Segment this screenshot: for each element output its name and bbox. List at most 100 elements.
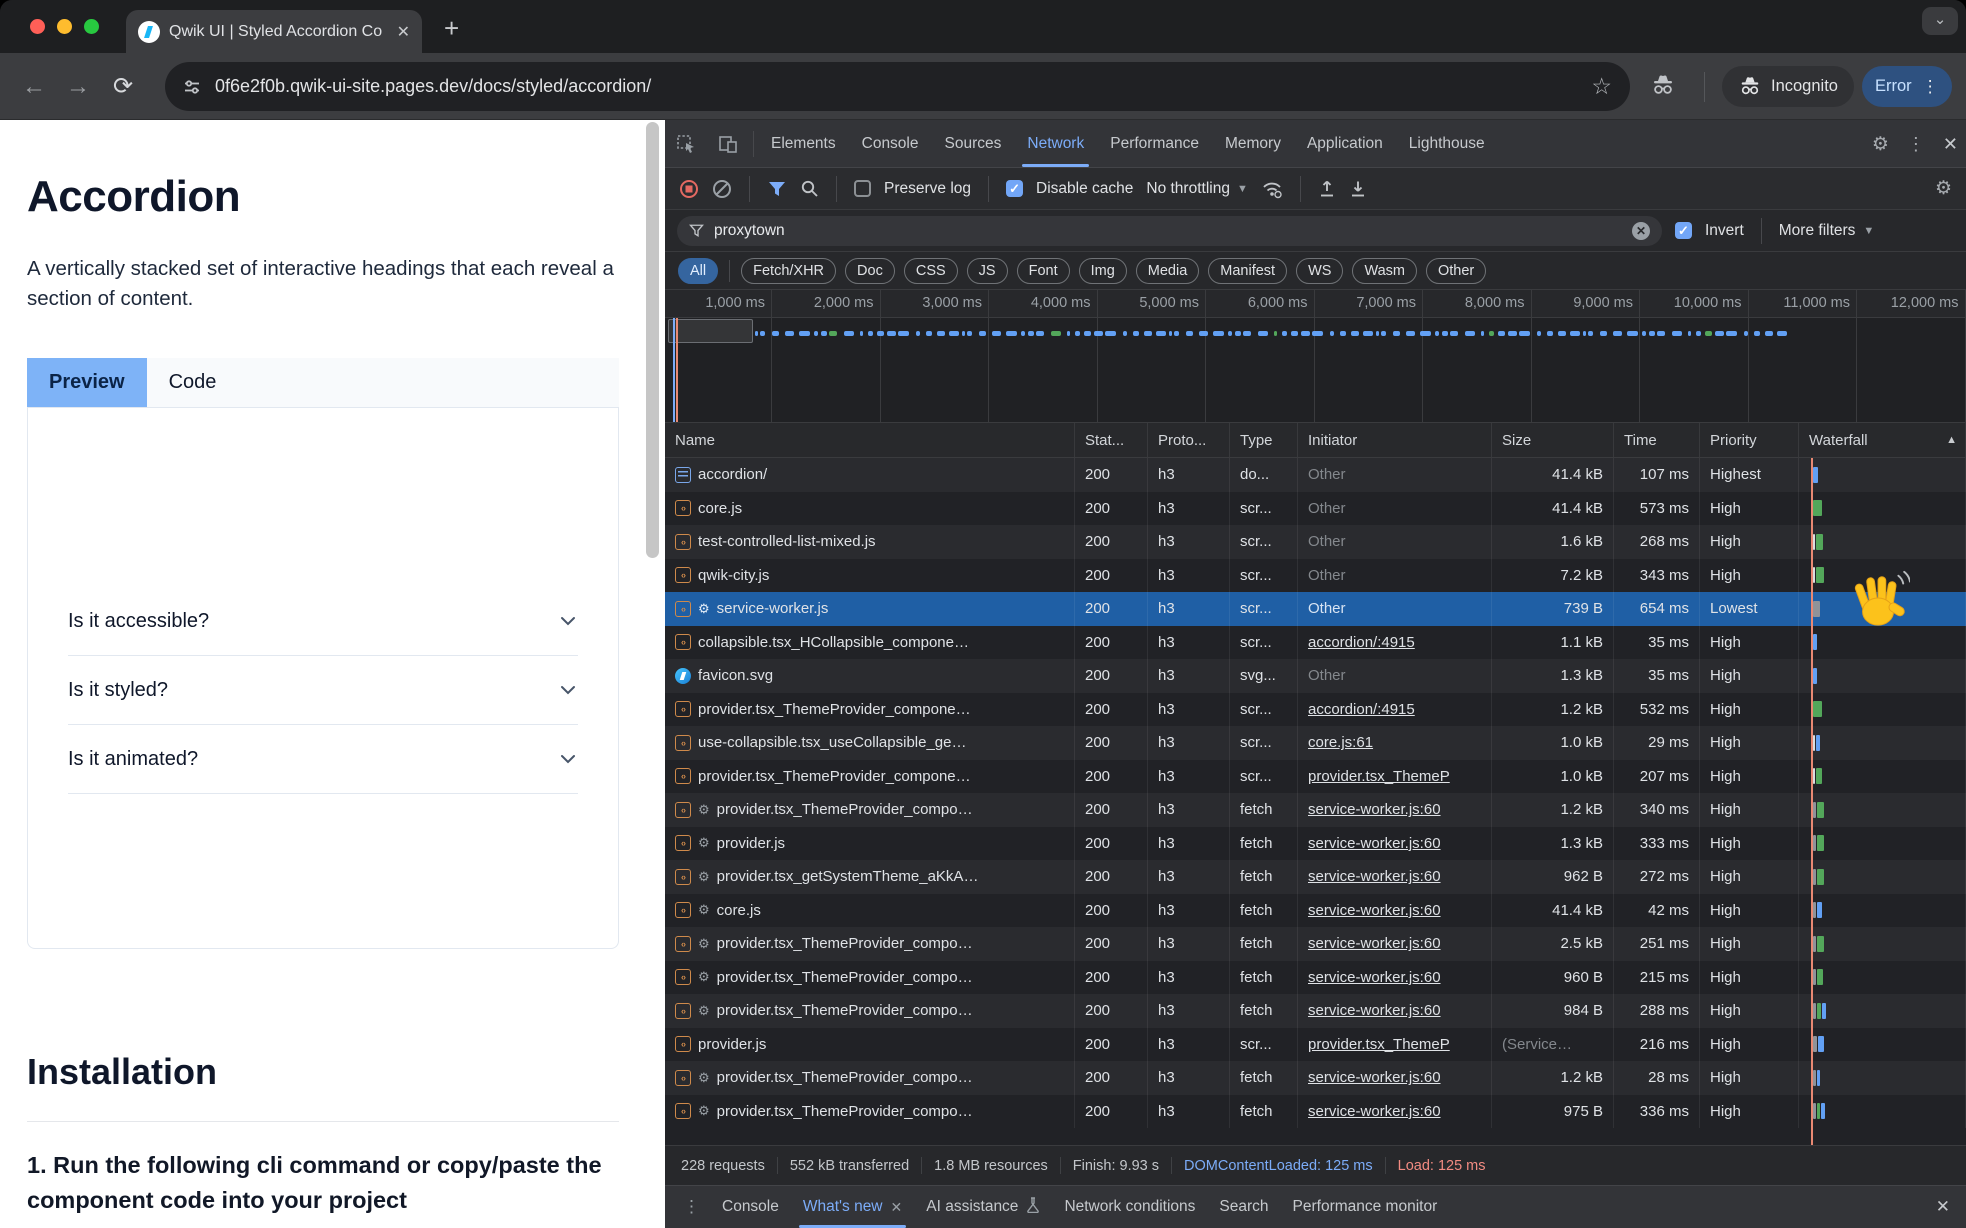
tab-memory[interactable]: Memory (1212, 120, 1294, 167)
close-window-button[interactable] (30, 19, 45, 34)
drawer-tab-performance-monitor[interactable]: Performance monitor (1281, 1186, 1450, 1228)
request-name-cell[interactable]: ‹›collapsible.tsx_HCollapsible_compone… (665, 626, 1075, 660)
initiator-link[interactable]: service-worker.js:60 (1308, 902, 1441, 919)
devtools-settings-icon[interactable]: ⚙ (1872, 133, 1889, 156)
column-header-initiator[interactable]: Initiator (1298, 423, 1492, 457)
initiator-link[interactable]: service-worker.js:60 (1308, 868, 1441, 885)
initiator-cell[interactable]: service-worker.js:60 (1298, 927, 1492, 961)
request-name-cell[interactable]: ‹›⚙provider.tsx_ThemeProvider_compo… (665, 1061, 1075, 1095)
devtools-close-icon[interactable]: ✕ (1943, 134, 1958, 155)
table-row[interactable]: ‹›⚙provider.tsx_getSystemTheme_aKkA…200h… (665, 860, 1966, 894)
accordion-item[interactable]: Is it accessible? (68, 587, 578, 656)
filter-chip-doc[interactable]: Doc (845, 258, 895, 284)
request-name-cell[interactable]: ‹›⚙provider.tsx_ThemeProvider_compo… (665, 961, 1075, 995)
overview-selection-window[interactable] (668, 319, 753, 343)
table-row[interactable]: ‹›⚙provider.tsx_ThemeProvider_compo…200h… (665, 961, 1966, 995)
filter-chip-media[interactable]: Media (1136, 258, 1200, 284)
initiator-cell[interactable]: service-worker.js:60 (1298, 827, 1492, 861)
table-row[interactable]: ‹›⚙provider.tsx_ThemeProvider_compo…200h… (665, 1095, 1966, 1129)
throttling-dropdown[interactable]: No throttling ▼ (1146, 180, 1247, 198)
bookmark-star-icon[interactable]: ☆ (1591, 73, 1612, 100)
request-name-cell[interactable]: ‹›⚙provider.tsx_ThemeProvider_compo… (665, 793, 1075, 827)
table-row[interactable]: ‹›⚙service-worker.js200h3scr...Other739 … (665, 592, 1966, 626)
initiator-cell[interactable]: service-worker.js:60 (1298, 793, 1492, 827)
docs-tab-code[interactable]: Code (147, 358, 239, 407)
drawer-tab-console[interactable]: Console (710, 1186, 791, 1228)
initiator-cell[interactable]: service-worker.js:60 (1298, 1095, 1492, 1129)
back-button[interactable]: ← (14, 53, 54, 120)
initiator-cell[interactable]: accordion/:4915 (1298, 626, 1492, 660)
initiator-link[interactable]: service-worker.js:60 (1308, 835, 1441, 852)
initiator-link[interactable]: provider.tsx_ThemeP (1308, 768, 1450, 785)
incognito-extension-icon[interactable] (1650, 73, 1676, 99)
table-row[interactable]: ‹›qwik-city.js200h3scr...Other7.2 kB343 … (665, 559, 1966, 593)
initiator-link[interactable]: service-worker.js:60 (1308, 1103, 1441, 1120)
minimize-window-button[interactable] (57, 19, 72, 34)
search-icon[interactable] (800, 179, 819, 198)
drawer-tab-search[interactable]: Search (1207, 1186, 1280, 1228)
request-name-cell[interactable]: ‹›⚙provider.js (665, 827, 1075, 861)
tab-lighthouse[interactable]: Lighthouse (1396, 120, 1498, 167)
drawer-tab-what-s-new[interactable]: What's new✕ (791, 1186, 914, 1228)
filter-chip-font[interactable]: Font (1017, 258, 1070, 284)
table-row[interactable]: accordion/200h3do...Other41.4 kB107 msHi… (665, 458, 1966, 492)
table-row[interactable]: ‹›core.js200h3scr...Other41.4 kB573 msHi… (665, 492, 1966, 526)
invert-checkbox[interactable]: ✓ (1675, 222, 1692, 239)
tab-elements[interactable]: Elements (758, 120, 849, 167)
initiator-link[interactable]: provider.tsx_ThemeP (1308, 1036, 1450, 1053)
reload-button[interactable]: ⟳ (103, 53, 143, 120)
request-name-cell[interactable]: ‹›⚙provider.tsx_ThemeProvider_compo… (665, 1095, 1075, 1129)
request-name-cell[interactable]: ‹›qwik-city.js (665, 559, 1075, 593)
tab-console[interactable]: Console (849, 120, 932, 167)
initiator-cell[interactable]: service-worker.js:60 (1298, 1061, 1492, 1095)
request-name-cell[interactable]: ‹›⚙core.js (665, 894, 1075, 928)
filter-chip-js[interactable]: JS (967, 258, 1008, 284)
accordion-item[interactable]: Is it animated? (68, 725, 578, 794)
table-row[interactable]: ‹›provider.tsx_ThemeProvider_compone…200… (665, 760, 1966, 794)
request-name-cell[interactable]: ‹›⚙provider.tsx_ThemeProvider_compo… (665, 994, 1075, 1028)
accordion-item[interactable]: Is it styled? (68, 656, 578, 725)
tab-network[interactable]: Network (1014, 120, 1097, 167)
column-header-name[interactable]: Name (665, 423, 1075, 457)
clear-network-log-button[interactable] (712, 179, 732, 199)
request-name-cell[interactable]: ‹›provider.js (665, 1028, 1075, 1062)
inspect-element-icon[interactable] (665, 120, 707, 167)
filter-chip-all[interactable]: All (678, 258, 718, 284)
close-icon[interactable]: ✕ (891, 1199, 903, 1216)
more-filters-dropdown[interactable]: More filters ▼ (1779, 222, 1875, 240)
traffic-lights[interactable] (30, 19, 99, 34)
initiator-link[interactable]: accordion/:4915 (1308, 634, 1415, 651)
tab-close-icon[interactable]: ✕ (397, 22, 410, 42)
table-row[interactable]: ‹›provider.js200h3scr...provider.tsx_The… (665, 1028, 1966, 1062)
table-row[interactable]: ‹›collapsible.tsx_HCollapsible_compone…2… (665, 626, 1966, 660)
request-name-cell[interactable]: ‹›test-controlled-list-mixed.js (665, 525, 1075, 559)
column-header-proto[interactable]: Proto... (1148, 423, 1230, 457)
table-row[interactable]: ‹›test-controlled-list-mixed.js200h3scr.… (665, 525, 1966, 559)
drawer-tab-ai-assistance[interactable]: AI assistance (914, 1186, 1052, 1228)
site-info-icon[interactable] (183, 78, 201, 96)
maximize-window-button[interactable] (84, 19, 99, 34)
filter-toggle-icon[interactable] (767, 179, 787, 199)
initiator-link[interactable]: service-worker.js:60 (1308, 1069, 1441, 1086)
tab-search-button[interactable]: ⌄ (1922, 7, 1958, 35)
table-row[interactable]: ‹›use-collapsible.tsx_useCollapsible_ge…… (665, 726, 1966, 760)
tab-sources[interactable]: Sources (932, 120, 1015, 167)
initiator-cell[interactable]: core.js:61 (1298, 726, 1492, 760)
table-row[interactable]: ‹›⚙provider.tsx_ThemeProvider_compo…200h… (665, 927, 1966, 961)
filter-input[interactable]: proxytown ✕ (677, 216, 1662, 246)
initiator-cell[interactable]: provider.tsx_ThemeP (1298, 1028, 1492, 1062)
page-scrollbar[interactable] (646, 122, 659, 558)
filter-chip-fetchxhr[interactable]: Fetch/XHR (741, 258, 836, 284)
initiator-cell[interactable]: service-worker.js:60 (1298, 994, 1492, 1028)
initiator-link[interactable]: service-worker.js:60 (1308, 801, 1441, 818)
initiator-link[interactable]: service-worker.js:60 (1308, 969, 1441, 986)
device-toolbar-icon[interactable] (707, 120, 749, 167)
initiator-cell[interactable]: provider.tsx_ThemeP (1298, 760, 1492, 794)
record-network-log-button[interactable] (679, 179, 699, 199)
browser-menu-icon[interactable]: ⋮ (1922, 77, 1939, 97)
request-name-cell[interactable]: ‹›⚙provider.tsx_ThemeProvider_compo… (665, 927, 1075, 961)
tab-performance[interactable]: Performance (1097, 120, 1212, 167)
initiator-link[interactable]: accordion/:4915 (1308, 701, 1415, 718)
request-name-cell[interactable]: accordion/ (665, 458, 1075, 492)
browser-tab[interactable]: Qwik UI | Styled Accordion Co ✕ (126, 10, 422, 53)
